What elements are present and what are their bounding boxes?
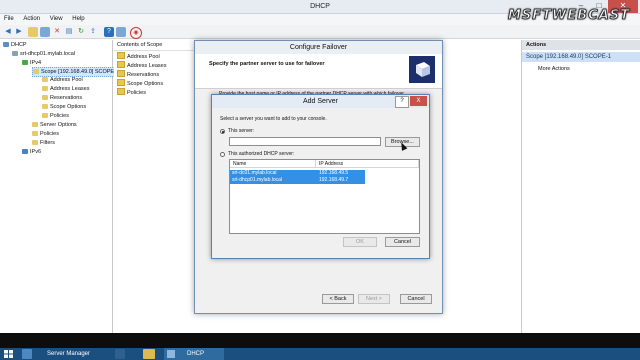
- column-header-name[interactable]: Name: [230, 160, 316, 168]
- next-button[interactable]: Next >: [358, 294, 390, 304]
- add-server-dialog: Add Server ? X Select a server you want …: [211, 94, 430, 259]
- server-name: srt-dhcp01.mylab.local: [232, 177, 283, 183]
- authorized-server-radio[interactable]: [220, 152, 225, 157]
- actions-pane: Actions Scope [192.168.49.0] SCOPE-1 Mor…: [521, 40, 640, 333]
- menu-action[interactable]: Action: [19, 14, 44, 22]
- refresh-icon[interactable]: ↻: [76, 27, 86, 37]
- console-tree: DHCP srt-dhcp01.mylab.local IPv4 Scope […: [0, 40, 118, 333]
- watermark-logo: MSFTWEBCAST: [507, 8, 630, 24]
- dialog-title-bar: Add Server ? X: [212, 95, 429, 108]
- folder-icon: [32, 140, 38, 145]
- folder-icon: [117, 52, 125, 59]
- file-explorer-icon[interactable]: [143, 349, 155, 359]
- more-actions-link[interactable]: More Actions: [538, 66, 570, 72]
- scope-folder-icon: [33, 69, 39, 74]
- tree-item-address-leases[interactable]: Address Leases: [42, 85, 89, 93]
- table-row[interactable]: srt-dc01.mylab.local 192.168.49.5: [230, 170, 365, 177]
- taskbar-server-manager[interactable]: Server Manager: [47, 348, 90, 360]
- column-header-ip[interactable]: IP Address: [316, 160, 419, 168]
- tree-item-filters[interactable]: Filters: [32, 139, 55, 147]
- ok-button[interactable]: OK: [343, 237, 377, 247]
- tree-item-ipv6[interactable]: IPv6: [22, 148, 41, 156]
- folder-icon[interactable]: [28, 27, 38, 37]
- windows-start-icon[interactable]: [4, 350, 13, 358]
- tree-item-server-options[interactable]: Server Options: [32, 121, 77, 129]
- table-row[interactable]: srt-dhcp01.mylab.local 192.168.49.7: [230, 177, 365, 184]
- dhcp-icon: [3, 42, 9, 47]
- contents-pane: Contents of Scope Address Pool Address L…: [114, 40, 197, 333]
- folder-icon: [32, 131, 38, 136]
- menu-help[interactable]: Help: [68, 14, 88, 22]
- taskbar-dhcp-button[interactable]: DHCP: [164, 348, 224, 360]
- this-server-radio[interactable]: [220, 129, 225, 134]
- folder-icon: [117, 79, 125, 86]
- actions-header: Actions: [522, 40, 640, 50]
- folder-icon: [42, 113, 48, 118]
- tree-item-dhcp[interactable]: DHCP: [3, 41, 27, 49]
- dhcp-icon: [167, 350, 175, 358]
- stop-icon[interactable]: ◉: [130, 27, 142, 39]
- authorized-server-label: This authorized DHCP server:: [228, 151, 295, 157]
- powershell-icon[interactable]: [115, 349, 125, 359]
- folder-icon: [32, 122, 38, 127]
- dialog-prompt: Select a server you want to add to your …: [220, 116, 327, 122]
- wizard-title: Configure Failover: [195, 41, 442, 54]
- tree-item-policies[interactable]: Policies: [32, 130, 59, 138]
- letterbox-band: [0, 333, 640, 348]
- taskbar: Server Manager DHCP: [0, 348, 640, 360]
- tree-item-address-pool[interactable]: Address Pool: [42, 76, 83, 84]
- view-icon[interactable]: [116, 27, 126, 37]
- actions-section-scope[interactable]: Scope [192.168.49.0] SCOPE-1: [522, 52, 640, 62]
- toolbar: ◀ ▶ ✕ ▤ ↻ ⇪ ? ◉: [0, 25, 640, 39]
- server-ip: 192.168.49.7: [319, 177, 349, 183]
- this-server-input[interactable]: [229, 137, 381, 146]
- properties-icon[interactable]: ▤: [64, 27, 74, 37]
- export-list-icon[interactable]: ⇪: [88, 27, 98, 37]
- dialog-help-button[interactable]: ?: [395, 96, 409, 108]
- this-server-label: This server:: [228, 128, 255, 134]
- list-item[interactable]: Address Pool: [117, 52, 160, 60]
- server-manager-icon[interactable]: [22, 349, 32, 359]
- dialog-cancel-button[interactable]: Cancel: [385, 237, 420, 247]
- dialog-close-button[interactable]: X: [410, 96, 427, 106]
- tree-item-scope-options[interactable]: Scope Options: [42, 103, 86, 111]
- folder-icon: [42, 95, 48, 100]
- server-ip: 192.168.49.5: [319, 170, 349, 176]
- back-arrow-icon[interactable]: ◀: [3, 27, 13, 37]
- ipv4-icon: [22, 60, 28, 65]
- folder-icon: [117, 61, 125, 68]
- list-item[interactable]: Policies: [117, 88, 146, 96]
- back-button[interactable]: < Back: [322, 294, 354, 304]
- folder-icon: [117, 88, 125, 95]
- wizard-heading: Specify the partner server to use for fa…: [209, 61, 325, 67]
- tree-item-reservations[interactable]: Reservations: [42, 94, 82, 102]
- folder-icon: [117, 70, 125, 77]
- list-item[interactable]: Address Leases: [117, 61, 166, 69]
- delete-icon[interactable]: ✕: [52, 27, 62, 37]
- ipv6-icon: [22, 149, 28, 154]
- tree-item-server[interactable]: srt-dhcp01.mylab.local: [12, 50, 75, 58]
- show-hide-tree-icon[interactable]: [40, 27, 50, 37]
- list-item[interactable]: Scope Options: [117, 79, 163, 87]
- list-item[interactable]: Reservations: [117, 70, 159, 78]
- server-name: srt-dc01.mylab.local: [232, 170, 277, 176]
- wizard-cancel-button[interactable]: Cancel: [400, 294, 432, 304]
- menu-view[interactable]: View: [46, 14, 67, 22]
- server-icon: [12, 51, 18, 56]
- tree-item-ipv4[interactable]: IPv4: [22, 59, 41, 67]
- tree-item-scope-policies[interactable]: Policies: [42, 112, 69, 120]
- menu-file[interactable]: File: [0, 14, 18, 22]
- contents-header: Contents of Scope: [114, 40, 197, 51]
- taskbar-dhcp-label: DHCP: [187, 351, 205, 357]
- folder-icon: [42, 86, 48, 91]
- help-icon[interactable]: ?: [104, 27, 114, 37]
- wizard-header: Specify the partner server to use for fa…: [195, 54, 442, 89]
- forward-arrow-icon[interactable]: ▶: [14, 27, 24, 37]
- folder-icon: [42, 77, 48, 82]
- wizard-logo-icon: [409, 56, 435, 83]
- authorized-servers-list[interactable]: Name IP Address srt-dc01.mylab.local 192…: [229, 159, 420, 234]
- folder-icon: [42, 104, 48, 109]
